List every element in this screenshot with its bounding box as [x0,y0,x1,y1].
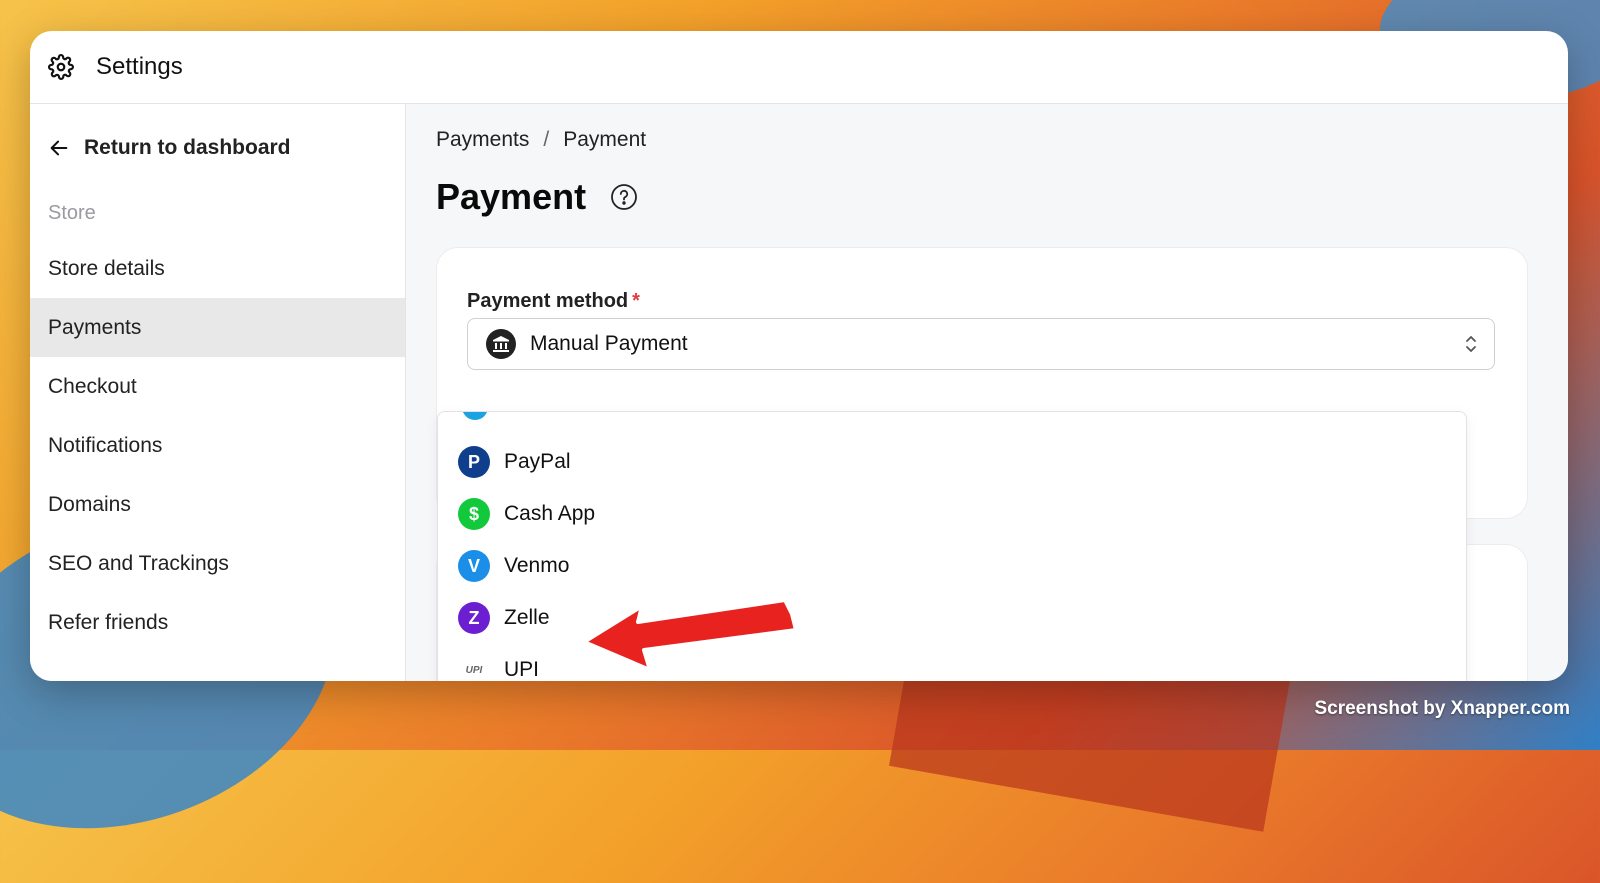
upi-icon: UPI [458,654,490,681]
payment-method-label: Payment method * [467,290,640,313]
return-label: Return to dashboard [84,136,291,159]
sidebar-item-refer-friends[interactable]: Refer friends [30,593,405,652]
sidebar-item-payments[interactable]: Payments [30,298,405,357]
main-content: Payments / Payment Payment Payment method * [406,104,1568,681]
sidebar-item-notifications[interactable]: Notifications [30,416,405,475]
return-to-dashboard-link[interactable]: Return to dashboard [30,104,405,160]
option-zelle[interactable]: Z Zelle [458,598,550,638]
title-bar: Settings [30,31,1568,104]
venmo-icon: V [458,550,490,582]
cash-app-icon: $ [458,498,490,530]
chevron-up-down-icon [1466,336,1476,352]
window-title: Settings [96,53,183,80]
sidebar-item-domains[interactable]: Domains [30,475,405,534]
help-icon[interactable] [610,183,638,211]
breadcrumb: Payments / Payment [436,128,646,152]
sidebar: Return to dashboard Store Store details … [30,104,406,681]
bank-icon [486,329,516,359]
gear-icon [48,54,74,80]
zelle-icon: Z [458,602,490,634]
option-label: Cash App [504,502,596,525]
required-asterisk: * [632,290,640,312]
option-cash-app[interactable]: $ Cash App [458,494,595,534]
sidebar-item-seo-and-trackings[interactable]: SEO and Trackings [30,534,405,593]
selected-payment-method: Manual Payment [530,332,688,355]
red-arrow-annotation [582,598,798,670]
option-label: Venmo [504,554,570,577]
option-label: Zelle [504,606,550,629]
option-venmo[interactable]: V Venmo [458,546,569,586]
breadcrumb-payment: Payment [563,128,647,151]
sidebar-item-store-details[interactable]: Store details [30,239,405,298]
breadcrumb-separator: / [543,128,550,151]
payment-method-select[interactable]: Manual Payment [467,318,1495,370]
option-paypal[interactable]: P PayPal [458,442,571,482]
arrow-left-icon [50,140,68,156]
settings-window: Settings Return to dashboard Store Store… [30,31,1568,681]
breadcrumb-payments[interactable]: Payments [436,128,529,151]
sidebar-item-checkout[interactable]: Checkout [30,357,405,416]
section-label-store: Store [48,202,96,224]
watermark: Screenshot by Xnapper.com [1314,698,1570,719]
option-label: UPI [504,658,540,681]
option-label: PayPal [504,450,571,473]
option-upi[interactable]: UPI UPI [458,650,539,681]
partial-option-icon [462,412,488,420]
page-title: Payment [436,176,638,218]
sidebar-nav: Store details Payments Checkout Notifica… [30,239,405,652]
page-title-text: Payment [436,176,587,217]
payment-method-label-text: Payment method [467,290,629,312]
paypal-icon: P [458,446,490,478]
